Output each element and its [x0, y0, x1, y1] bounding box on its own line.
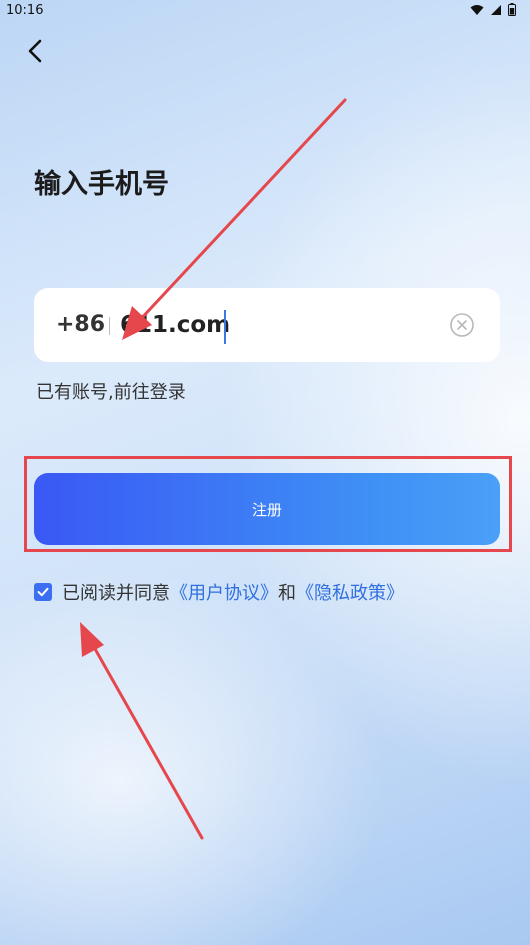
status-time: 10:16 [6, 3, 44, 18]
phone-field: +86 [34, 288, 500, 362]
agreement-and: 和 [278, 583, 296, 604]
login-link[interactable]: 已有账号,前往登录 [36, 378, 186, 404]
chevron-left-icon [22, 39, 52, 70]
text-caret [224, 310, 226, 344]
divider [109, 317, 110, 335]
agreement-row: 已阅读并同意 《用户协议》 和 《隐私政策》 [34, 580, 404, 604]
status-bar: 10:16 [0, 0, 530, 22]
battery-icon [508, 3, 516, 16]
page-title: 输入手机号 [34, 169, 169, 200]
country-code[interactable]: +86 [56, 312, 105, 337]
annotation-arrow-bottom [80, 622, 204, 840]
privacy-policy-link[interactable]: 《隐私政策》 [296, 579, 404, 605]
agreement-checkbox[interactable] [34, 583, 52, 601]
back-button[interactable] [22, 36, 52, 66]
check-icon [37, 587, 49, 597]
clear-icon[interactable] [450, 313, 474, 337]
phone-input[interactable] [120, 308, 420, 342]
agreement-prefix: 已阅读并同意 [62, 583, 170, 604]
wifi-icon [470, 4, 484, 16]
user-agreement-link[interactable]: 《用户协议》 [170, 579, 278, 605]
register-button[interactable]: 注册 [34, 473, 500, 545]
signal-icon [490, 4, 502, 16]
status-icons [470, 3, 516, 16]
